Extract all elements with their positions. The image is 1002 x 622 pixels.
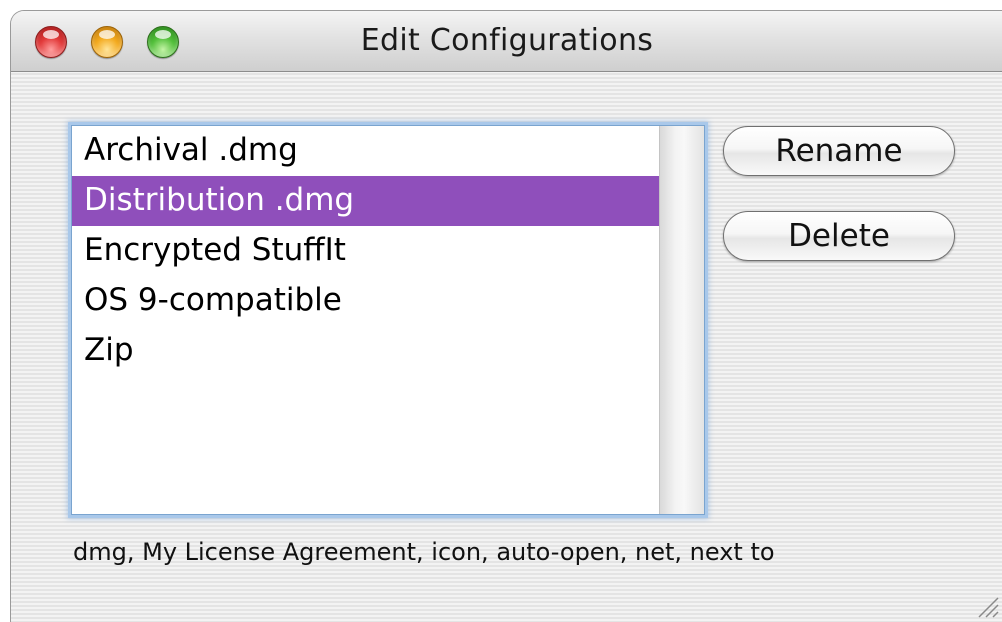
list-item[interactable]: Archival .dmg <box>72 126 659 176</box>
list-item[interactable]: Zip <box>72 326 659 376</box>
list-item-selected[interactable]: Distribution .dmg <box>72 176 659 226</box>
configuration-summary: dmg, My License Agreement, icon, auto-op… <box>73 538 775 566</box>
edit-configurations-window: Edit Configurations Archival .dmg Distri… <box>10 10 1002 622</box>
title-bar[interactable]: Edit Configurations <box>11 11 1002 72</box>
configurations-list[interactable]: Archival .dmg Distribution .dmg Encrypte… <box>71 125 705 515</box>
list-scrollbar[interactable] <box>659 126 704 514</box>
rename-button[interactable]: Rename <box>723 126 955 176</box>
window-title: Edit Configurations <box>360 23 654 58</box>
resize-grip-icon[interactable] <box>973 592 999 618</box>
delete-button[interactable]: Delete <box>723 211 955 261</box>
configurations-list-items: Archival .dmg Distribution .dmg Encrypte… <box>72 126 659 514</box>
list-item[interactable]: OS 9-compatible <box>72 276 659 326</box>
list-item[interactable]: Encrypted StuffIt <box>72 226 659 276</box>
